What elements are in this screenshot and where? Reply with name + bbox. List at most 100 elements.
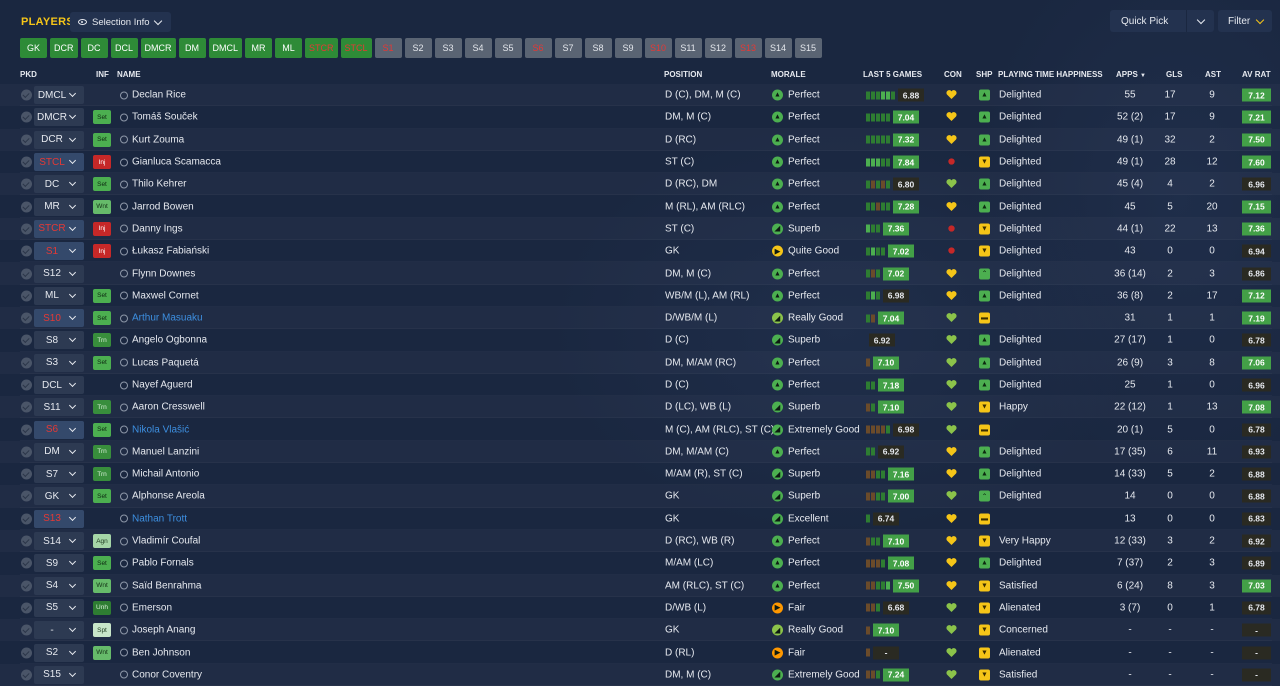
player-name-link[interactable]: Gianluca Scamacca [120, 157, 221, 168]
selection-dropdown[interactable]: S11 [34, 398, 84, 417]
player-name-link[interactable]: Emerson [120, 602, 172, 613]
info-badge[interactable]: Set [93, 489, 111, 504]
selection-dropdown[interactable]: STCR [34, 219, 84, 238]
morale-cell[interactable]: ▶ Quite Good [772, 245, 839, 257]
morale-cell[interactable]: ◢ Superb [772, 490, 820, 502]
pick-checkbox[interactable] [21, 268, 32, 280]
morale-cell[interactable]: ▲ Perfect [772, 156, 820, 168]
player-name-link[interactable]: Aaron Cresswell [120, 402, 205, 413]
last5-games[interactable]: 6.98 [866, 289, 909, 303]
pick-checkbox[interactable] [21, 89, 32, 101]
col-morale[interactable]: MORALE [771, 70, 806, 79]
last5-games[interactable]: 7.24 [866, 668, 909, 682]
table-row[interactable]: DMCR Set Tomáš Souček DM, M (C) ▲ Perfec… [0, 106, 1280, 128]
quick-pick-dropdown[interactable] [1186, 10, 1214, 32]
player-name-link[interactable]: Łukasz Fabiański [120, 246, 209, 257]
player-name-link[interactable]: Nikola Vlašić [120, 424, 189, 435]
table-row[interactable]: MR Wnt Jarrod Bowen M (RL), AM (RLC) ▲ P… [0, 195, 1280, 217]
position-button-s5[interactable]: S5 [494, 38, 522, 58]
table-row[interactable]: S15 Conor Coventry DM, M (C) ◢ Extremely… [0, 664, 1280, 686]
selection-dropdown[interactable]: S5 [34, 598, 84, 617]
table-row[interactable]: S9 Set Pablo Fornals M/AM (LC) ▲ Perfect… [0, 552, 1280, 574]
position-button-gk[interactable]: GK [20, 38, 47, 58]
player-name-link[interactable]: Nathan Trott [120, 513, 187, 524]
player-name-link[interactable]: Kurt Zouma [120, 134, 184, 145]
table-row[interactable]: S4 Wnt Saïd Benrahma AM (RLC), ST (C) ▲ … [0, 575, 1280, 597]
player-name-link[interactable]: Jarrod Bowen [120, 201, 194, 212]
morale-cell[interactable]: ◢ Really Good [772, 624, 843, 636]
col-last5[interactable]: LAST 5 GAMES [863, 70, 922, 79]
position-button-dm[interactable]: DM [178, 38, 206, 58]
col-pth[interactable]: PLAYING TIME HAPPINESS [998, 70, 1103, 79]
last5-games[interactable]: 7.04 [866, 110, 919, 124]
selection-dropdown[interactable]: STCL [34, 153, 84, 172]
info-badge[interactable]: Set [93, 177, 111, 192]
info-badge[interactable]: Wnt [93, 578, 111, 593]
pick-checkbox[interactable] [21, 223, 32, 235]
table-row[interactable]: S11 Trn Aaron Cresswell D (LC), WB (L) ◢… [0, 396, 1280, 418]
info-badge[interactable]: Trn [93, 400, 111, 415]
last5-games[interactable]: 7.00 [866, 489, 914, 503]
last5-games[interactable]: 7.10 [866, 400, 904, 414]
table-row[interactable]: DMCL Declan Rice D (C), DM, M (C) ▲ Perf… [0, 84, 1280, 106]
player-name-link[interactable]: Alphonse Areola [120, 491, 205, 502]
table-row[interactable]: STCL Inj Gianluca Scamacca ST (C) ▲ Perf… [0, 151, 1280, 173]
position-button-stcr[interactable]: STCR [305, 38, 338, 58]
player-name-link[interactable]: Thilo Kehrer [120, 179, 186, 190]
selection-dropdown[interactable]: DCR [34, 130, 84, 149]
position-button-s11[interactable]: S11 [674, 38, 702, 58]
player-name-link[interactable]: Vladimír Coufal [120, 536, 200, 547]
info-badge[interactable]: Trn [93, 467, 111, 482]
col-con[interactable]: CON [944, 70, 962, 79]
pick-checkbox[interactable] [21, 290, 32, 302]
last5-games[interactable]: 7.84 [866, 155, 919, 169]
last5-games[interactable]: 6.92 [866, 445, 904, 459]
last5-games[interactable]: - [866, 646, 899, 660]
col-shp[interactable]: SHP [976, 70, 992, 79]
morale-cell[interactable]: ▶ Fair [772, 647, 805, 659]
last5-games[interactable]: 7.08 [866, 556, 914, 570]
morale-cell[interactable]: ▲ Perfect [772, 111, 820, 123]
position-button-dmcl[interactable]: DMCL [208, 38, 243, 58]
selection-dropdown[interactable]: DM [34, 442, 84, 461]
player-name-link[interactable]: Declan Rice [120, 90, 186, 101]
position-button-s2[interactable]: S2 [404, 38, 432, 58]
selection-dropdown[interactable]: S14 [34, 532, 84, 551]
position-button-s9[interactable]: S9 [614, 38, 642, 58]
pick-checkbox[interactable] [21, 111, 32, 123]
info-badge[interactable]: Set [93, 311, 111, 326]
morale-cell[interactable]: ◢ Superb [772, 223, 820, 235]
last5-games[interactable]: 6.80 [866, 177, 919, 191]
position-button-s12[interactable]: S12 [704, 38, 732, 58]
position-button-s14[interactable]: S14 [764, 38, 792, 58]
player-name-link[interactable]: Tomáš Souček [120, 112, 198, 123]
table-row[interactable]: S3 Set Lucas Paquetá DM, M/AM (RC) ▲ Per… [0, 352, 1280, 374]
morale-cell[interactable]: ▲ Perfect [772, 557, 820, 569]
player-name-link[interactable]: Angelo Ogbonna [120, 335, 207, 346]
selection-dropdown[interactable]: S12 [34, 264, 84, 283]
pick-checkbox[interactable] [21, 535, 32, 547]
table-row[interactable]: DCL Nayef Aguerd D (C) ▲ Perfect 7.18 ▲ … [0, 374, 1280, 396]
player-name-link[interactable]: Flynn Downes [120, 268, 195, 279]
pick-checkbox[interactable] [21, 178, 32, 190]
position-button-s7[interactable]: S7 [554, 38, 582, 58]
col-gls[interactable]: GLS [1166, 70, 1182, 79]
pick-checkbox[interactable] [21, 134, 32, 146]
quick-pick-button[interactable]: Quick Pick [1110, 10, 1214, 32]
info-badge[interactable]: Wnt [93, 645, 111, 660]
player-name-link[interactable]: Joseph Anang [120, 625, 195, 636]
player-name-link[interactable]: Maxwel Cornet [120, 290, 199, 301]
morale-cell[interactable]: ▲ Perfect [772, 178, 820, 190]
col-name[interactable]: NAME [117, 70, 141, 79]
pick-checkbox[interactable] [21, 334, 32, 346]
pick-checkbox[interactable] [21, 490, 32, 502]
selection-dropdown[interactable]: DMCL [34, 86, 84, 105]
position-button-s15[interactable]: S15 [794, 38, 822, 58]
info-badge[interactable]: Inj [93, 244, 111, 259]
selection-dropdown[interactable]: MR [34, 197, 84, 216]
info-badge[interactable]: Inj [93, 221, 111, 236]
table-row[interactable]: DC Set Thilo Kehrer D (RC), DM ▲ Perfect… [0, 173, 1280, 195]
morale-cell[interactable]: ▲ Perfect [772, 580, 820, 592]
morale-cell[interactable]: ▲ Perfect [772, 134, 820, 146]
position-button-s10[interactable]: S10 [644, 38, 672, 58]
